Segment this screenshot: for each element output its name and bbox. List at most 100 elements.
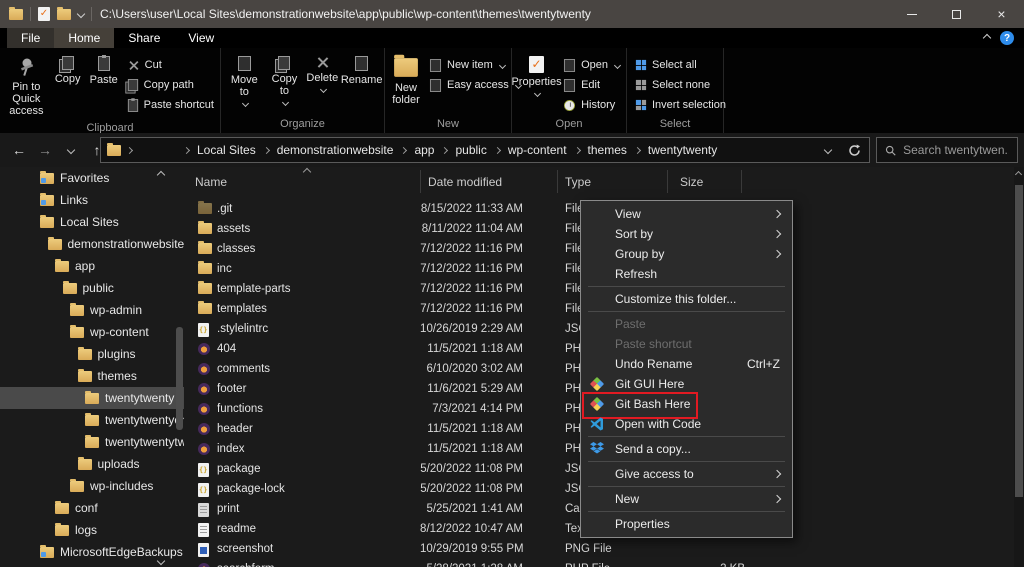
ribbon-button-invert-selection[interactable]: Invert selection — [631, 96, 730, 114]
breadcrumb-chevron-icon[interactable] — [573, 146, 580, 153]
column-separator[interactable] — [557, 170, 558, 193]
close-button[interactable]: × — [979, 0, 1024, 28]
menu-item-git-gui-here[interactable]: Git GUI Here — [581, 374, 792, 394]
ribbon-button-pin-to-quick-access[interactable]: Pin to Quick access — [4, 52, 49, 121]
breadcrumb-segment[interactable]: twentytwenty — [642, 143, 723, 157]
menu-item-paste-shortcut[interactable]: Paste shortcut — [581, 334, 792, 354]
scrollbar-thumb[interactable] — [1015, 185, 1023, 497]
menu-item-send-a-copy-[interactable]: Send a copy... — [581, 439, 792, 459]
ribbon-button-select-none[interactable]: Select none — [631, 76, 730, 94]
help-icon[interactable]: ? — [1000, 31, 1014, 45]
ribbon-button-history[interactable]: History — [559, 96, 624, 114]
breadcrumb-chevron-icon[interactable] — [400, 146, 407, 153]
ribbon-button-properties[interactable]: ✓Properties — [516, 52, 557, 100]
search-box[interactable] — [876, 137, 1018, 163]
minimize-button[interactable] — [889, 0, 934, 28]
breadcrumb-chevron-icon[interactable] — [263, 146, 270, 153]
sidebar-item-demonstrationwebsite[interactable]: demonstrationwebsite — [0, 233, 184, 255]
ribbon-button-new-folder[interactable]: New folder — [389, 52, 423, 110]
column-header-size[interactable]: Size — [680, 175, 703, 189]
ribbon-button-copy[interactable]: Copy — [51, 52, 85, 89]
ribbon-button-open[interactable]: Open — [559, 56, 624, 74]
menu-item-properties[interactable]: Properties — [581, 514, 792, 534]
column-header-name[interactable]: Name — [195, 175, 227, 189]
menu-item-group-by[interactable]: Group by — [581, 244, 792, 264]
column-separator[interactable] — [420, 170, 421, 193]
breadcrumb-chevron-icon[interactable] — [634, 146, 641, 153]
table-row[interactable]: screenshot10/29/2019 9:55 PMPNG File — [184, 540, 1024, 560]
sidebar-item-wp-content[interactable]: wp-content — [0, 321, 184, 343]
sidebar-item-links[interactable]: Links — [0, 189, 184, 211]
ribbon-button-new-item[interactable]: New item — [425, 56, 525, 74]
menu-item-give-access-to[interactable]: Give access to — [581, 464, 792, 484]
ribbon-button-rename[interactable]: Rename — [341, 52, 382, 90]
column-separator[interactable] — [741, 170, 742, 193]
sidebar-item-wp-admin[interactable]: wp-admin — [0, 299, 184, 321]
sidebar-item-logs[interactable]: logs — [0, 519, 184, 541]
ribbon-button-copy-to[interactable]: Copy to — [266, 52, 304, 109]
customize-qat-chevron-icon[interactable] — [77, 10, 85, 18]
sidebar-scrollbar-thumb[interactable] — [176, 327, 183, 430]
sidebar-item-plugins[interactable]: plugins — [0, 343, 184, 365]
tab-share[interactable]: Share — [114, 28, 174, 48]
properties-qat-icon[interactable]: ✓ — [38, 7, 50, 21]
sidebar-item-twentytwentyone[interactable]: twentytwentyone — [0, 409, 184, 431]
sidebar-item-favorites[interactable]: Favorites — [0, 167, 184, 189]
breadcrumb-segment[interactable]: demonstrationwebsite — [271, 143, 400, 157]
column-header-date-modified[interactable]: Date modified — [428, 175, 502, 189]
menu-item-undo-rename[interactable]: Undo RenameCtrl+Z — [581, 354, 792, 374]
ribbon-button-copy-path[interactable]: Copy path — [123, 76, 218, 94]
sidebar-item-twentytwenty[interactable]: twentytwenty — [0, 387, 184, 409]
ribbon-button-select-all[interactable]: Select all — [631, 56, 730, 74]
tab-view[interactable]: View — [174, 28, 228, 48]
ribbon-button-paste[interactable]: Paste — [87, 52, 121, 90]
ribbon-button-easy-access[interactable]: Easy access — [425, 76, 525, 94]
refresh-button[interactable] — [841, 138, 867, 162]
sidebar-item-local-sites[interactable]: Local Sites — [0, 211, 184, 233]
maximize-button[interactable] — [934, 0, 979, 28]
menu-item-open-with-code[interactable]: Open with Code — [581, 414, 792, 434]
ribbon-button-paste-shortcut[interactable]: Paste shortcut — [123, 96, 218, 114]
sidebar-item-wp-includes[interactable]: wp-includes — [0, 475, 184, 497]
menu-item-refresh[interactable]: Refresh — [581, 264, 792, 284]
breadcrumb-segment[interactable]: themes — [582, 143, 633, 157]
column-separator[interactable] — [667, 170, 668, 193]
tab-home[interactable]: Home — [54, 28, 114, 48]
breadcrumb-chevron-icon[interactable] — [441, 146, 448, 153]
address-history-chevron[interactable] — [815, 138, 841, 162]
ribbon-button-delete[interactable]: Delete — [305, 52, 339, 96]
breadcrumb-segment[interactable]: public — [449, 143, 492, 157]
forward-button[interactable]: → — [32, 137, 58, 163]
scrollbar-up-icon[interactable] — [1015, 171, 1022, 178]
column-header-type[interactable]: Type — [565, 175, 591, 189]
recent-locations-chevron[interactable] — [58, 137, 84, 163]
sidebar-item-app[interactable]: app — [0, 255, 184, 277]
menu-item-customize-this-folder-[interactable]: Customize this folder... — [581, 289, 792, 309]
sidebar-item-uploads[interactable]: uploads — [0, 453, 184, 475]
menu-item-git-bash-here[interactable]: Git Bash Here — [581, 394, 792, 414]
breadcrumb-chevron-icon[interactable] — [183, 146, 190, 153]
menu-item-new[interactable]: New — [581, 489, 792, 509]
breadcrumb-chevron-icon[interactable] — [494, 146, 501, 153]
ribbon-button-edit[interactable]: Edit — [559, 76, 624, 94]
window-scrollbar[interactable] — [1014, 167, 1024, 567]
breadcrumb-segment[interactable]: Local Sites — [191, 143, 262, 157]
ribbon-button-cut[interactable]: Cut — [123, 56, 218, 74]
menu-item-view[interactable]: View — [581, 204, 792, 224]
menu-item-sort-by[interactable]: Sort by — [581, 224, 792, 244]
sidebar-item-public[interactable]: public — [0, 277, 184, 299]
table-row[interactable]: searchform5/28/2021 1:28 AMPHP File2 KB — [184, 560, 1024, 567]
breadcrumb-segment[interactable]: app — [408, 143, 440, 157]
breadcrumb-segment[interactable]: wp-content — [502, 143, 573, 157]
address-bar[interactable]: Local Sites demonstrationwebsite app public… — [100, 137, 870, 163]
menu-item-paste[interactable]: Paste — [581, 314, 792, 334]
search-input[interactable] — [903, 143, 1009, 157]
tab-file[interactable]: File — [7, 28, 54, 48]
ribbon-button-move-to[interactable]: Move to — [225, 52, 264, 110]
back-button[interactable]: ← — [6, 137, 32, 163]
folder-qat-icon[interactable] — [57, 9, 71, 20]
sidebar-item-conf[interactable]: conf — [0, 497, 184, 519]
breadcrumb-chevron-icon[interactable] — [126, 146, 133, 153]
sidebar-item-twentytwentytwo[interactable]: twentytwentytwo — [0, 431, 184, 453]
sidebar-item-themes[interactable]: themes — [0, 365, 184, 387]
